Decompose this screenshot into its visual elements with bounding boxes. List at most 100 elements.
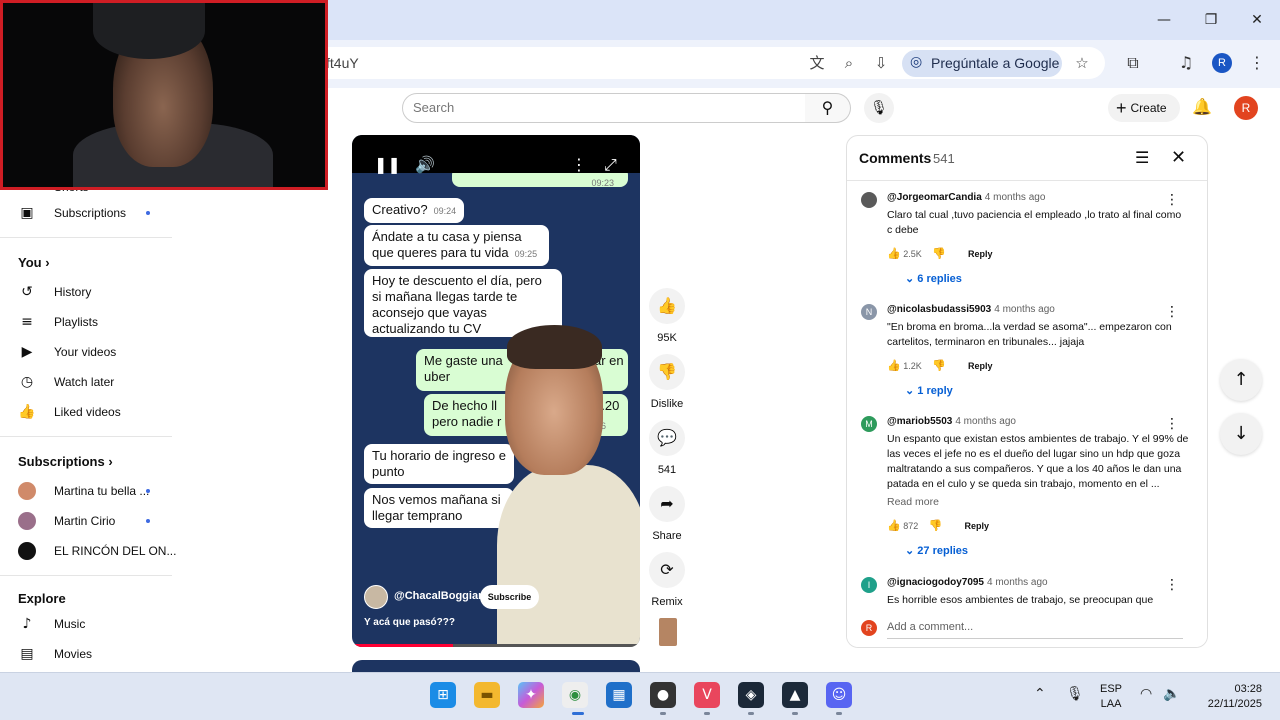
volume-icon[interactable]: 🔈 [1163,686,1180,702]
steam-icon[interactable]: ◈ [738,682,764,708]
comment-avatar[interactable] [861,192,877,208]
view-replies-button[interactable]: ⌄ 1 reply [905,384,953,397]
language-indicator[interactable]: ESP LAA [1100,682,1122,712]
running-app-indicator [704,712,710,715]
file-explorer-icon[interactable]: ▬ [474,682,500,708]
thumbs-up-icon[interactable]: 👍 [887,519,901,532]
media-control-icon[interactable]: ♫ [1175,52,1197,74]
sort-icon[interactable]: ☰ [1135,148,1149,167]
close-window-button[interactable]: ✕ [1245,8,1269,32]
sidebar-heading-you[interactable]: You › [18,255,50,270]
thumbs-down-icon[interactable]: 👎 [929,519,943,532]
thumbs-down-icon[interactable]: 👎 [932,247,946,260]
clock-icon: ◷ [20,374,34,390]
channel-avatar [18,512,36,530]
chevron-down-icon: ⌄ [905,273,915,285]
valorant-icon[interactable]: V [694,682,720,708]
next-short-button[interactable]: ↓ [1220,413,1262,455]
microphone-icon: 🎙 [870,100,888,116]
view-replies-button[interactable]: ⌄ 27 replies [905,544,968,557]
view-replies-button[interactable]: ⌄ 6 replies [905,272,962,285]
system-clock[interactable]: 03:28 22/11/2025 [1196,682,1262,712]
comment-author[interactable]: @ignaciogodoy7095 4 months ago [887,577,1048,588]
replies-label: 27 replies [917,545,969,557]
comment-avatar[interactable]: I [861,577,877,593]
sidebar-item-subscriptions[interactable]: ▣ Subscriptions [18,204,172,226]
sidebar-heading-subscriptions[interactable]: Subscriptions › [18,454,113,469]
minimize-button[interactable]: — [1152,8,1176,32]
read-more-link[interactable]: Read more [887,496,939,508]
create-button[interactable]: + Create [1108,94,1180,122]
remix-button[interactable]: ⟳ Remix [649,552,685,608]
chat-text: punto [372,464,405,479]
chrome-icon[interactable]: ◉ [562,682,588,708]
comment-menu-icon[interactable]: ⋮ [1165,416,1179,432]
comment-menu-icon[interactable]: ⋮ [1165,304,1179,320]
video-progress-bar[interactable] [352,644,640,647]
previous-short-button[interactable]: ↑ [1220,359,1262,401]
sound-thumbnail[interactable] [659,618,677,646]
comment-likes: 1.2K [903,361,922,371]
share-button[interactable]: ➦ Share [649,486,685,542]
search-input[interactable] [402,93,806,123]
sidebar-channel[interactable]: Martin Cirio [18,512,172,534]
comments-button[interactable]: 💬 541 [649,420,685,476]
like-button[interactable]: 👍 95K [649,288,685,344]
comment-avatar[interactable]: N [861,304,877,320]
dislike-button[interactable]: 👎 Dislike [649,354,685,410]
pause-icon[interactable]: ❚❚ [374,155,401,174]
fullscreen-icon[interactable]: ⤢ [604,155,617,175]
comment-menu-icon[interactable]: ⋮ [1165,577,1179,593]
discord-icon[interactable]: ☺ [826,682,852,708]
reply-button[interactable]: Reply [968,249,993,259]
subscribe-button[interactable]: Subscribe [480,585,539,609]
thumbs-down-icon[interactable]: 👎 [932,359,946,372]
voice-search-button[interactable]: 🎙 [864,93,894,123]
search-button[interactable]: ⚲ [805,93,851,123]
volume-icon[interactable]: 🔊 [415,155,435,174]
comment-author[interactable]: @nicolasbudassi5903 4 months ago [887,304,1055,315]
extensions-icon[interactable]: ⧉ [1122,52,1144,74]
comment-avatar[interactable]: M [861,416,877,432]
copilot-icon[interactable]: ✦ [518,682,544,708]
bookmark-star-icon[interactable]: ☆ [1071,52,1093,74]
video-caption: Y acá que pasó??? [364,617,455,628]
ask-google-button[interactable]: ◎ Pregúntale a Google [902,50,1062,77]
thumbs-up-icon[interactable]: 👍 [887,359,901,372]
start-icon[interactable]: ⊞ [430,682,456,708]
channel-avatar[interactable] [364,585,388,609]
browser-profile-avatar[interactable]: R [1212,53,1232,73]
arc-icon[interactable]: ▲ [782,682,808,708]
comment-menu-icon[interactable]: ⋮ [1165,192,1179,208]
zoom-icon[interactable]: ⌕ [838,52,860,74]
webcam-person-cap [93,3,205,59]
ask-google-label: Pregúntale a Google [931,55,1060,71]
translate-icon[interactable]: 文 [806,52,828,74]
reply-button[interactable]: Reply [964,521,989,531]
comments-title: Comments [859,150,932,166]
wifi-icon[interactable]: ◠ [1140,686,1152,702]
more-options-icon[interactable]: ⋮ [571,155,587,174]
install-app-icon[interactable]: ⇩ [870,52,892,74]
maximize-button[interactable]: ❐ [1199,8,1223,32]
running-app-indicator [660,712,666,715]
browser-menu-icon[interactable]: ⋮ [1246,52,1268,74]
sidebar-item-label: Watch later [54,375,115,389]
replies-label: 6 replies [917,273,962,285]
close-icon[interactable]: ✕ [1171,147,1186,168]
add-comment-input[interactable]: Add a comment... [887,621,973,633]
microphone-tray-icon[interactable]: 🎙 [1066,686,1084,702]
comment-author[interactable]: @mariob5503 4 months ago [887,416,1016,427]
url-text[interactable]: ft4uY [326,55,359,71]
tray-overflow-chevron-icon[interactable]: ⌃ [1034,686,1046,702]
obs-icon[interactable]: ● [650,682,676,708]
sidebar-channel[interactable]: Martina tu bella ... [18,482,172,504]
youtube-avatar[interactable]: R [1234,96,1258,120]
short-video-player[interactable]: 09:23 Creativo? 09:24 Ándate a tu casa y … [352,135,640,647]
comment-author[interactable]: @JorgeomarCandia 4 months ago [887,192,1045,203]
notifications-bell-icon[interactable]: 🔔 [1192,97,1212,116]
thumbs-up-icon[interactable]: 👍 [887,247,901,260]
channel-name[interactable]: @ChacalBoggian [394,590,485,602]
store-icon[interactable]: ▦ [606,682,632,708]
reply-button[interactable]: Reply [968,361,993,371]
